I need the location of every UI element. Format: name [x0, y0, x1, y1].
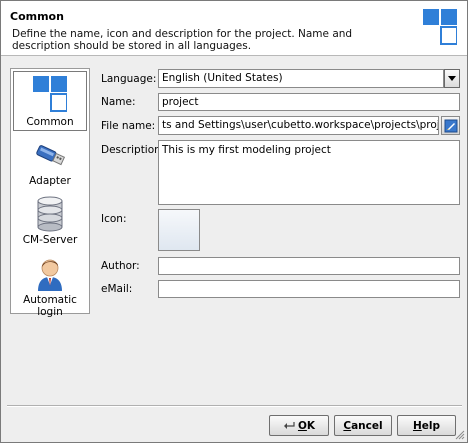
language-select[interactable]: English (United States)	[158, 69, 444, 88]
cancel-label-rest: ancel	[351, 419, 383, 432]
icon-label: Icon:	[101, 213, 127, 225]
project-icon-picker[interactable]	[158, 209, 200, 251]
header-description: Define the name, icon and description fo…	[12, 28, 353, 52]
ok-button[interactable]: OK	[269, 415, 329, 436]
sidebar-item-label: CM-Server	[22, 234, 78, 246]
ok-label-rest: K	[306, 419, 316, 432]
ok-return-icon	[283, 422, 295, 429]
edit-pen-icon	[444, 119, 457, 132]
help-label-rest: elp	[421, 419, 441, 432]
usb-adapter-icon	[36, 145, 66, 166]
file-name-field[interactable]: ts and Settings\user\cubetto.workspace\p…	[158, 116, 439, 135]
name-field[interactable]: project	[158, 93, 460, 111]
language-label: Language:	[101, 73, 157, 85]
chevron-down-icon	[448, 76, 456, 81]
dialog-header: Common Define the name, icon and descrip…	[1, 1, 467, 56]
description-label: Description:	[101, 144, 165, 156]
sidebar-item-label: Adapter	[29, 175, 71, 187]
database-icon	[37, 196, 63, 232]
sidebar-item-label: Automatic login	[23, 294, 77, 318]
language-dropdown-button[interactable]	[444, 69, 460, 88]
user-icon	[38, 259, 62, 291]
file-name-label: File name:	[101, 120, 156, 132]
author-label: Author:	[101, 260, 140, 272]
description-textarea[interactable]: This is my first modeling project	[158, 140, 460, 205]
resize-grip[interactable]	[455, 430, 465, 440]
email-label: eMail:	[101, 283, 133, 295]
footer-divider	[7, 405, 462, 407]
project-properties-dialog: Common Define the name, icon and descrip…	[0, 0, 468, 443]
email-field[interactable]	[158, 280, 460, 298]
common-icon	[33, 76, 67, 112]
sidebar-item-label: Common	[26, 116, 74, 128]
cancel-mnemonic: C	[343, 419, 352, 432]
sidebar-item-automatic-login[interactable]: Automatic login	[13, 256, 87, 318]
browse-file-button[interactable]	[441, 116, 460, 135]
name-label: Name:	[101, 96, 136, 108]
common-header-icon	[423, 9, 457, 45]
help-mnemonic: H	[412, 419, 422, 432]
sidebar-item-common[interactable]: Common	[13, 71, 87, 131]
sidebar-item-cm-server[interactable]: CM-Server	[13, 196, 87, 251]
sidebar-item-adapter[interactable]: Adapter	[13, 141, 87, 191]
author-field[interactable]	[158, 257, 460, 275]
category-sidebar: Common Adapter CM-Server Automatic login	[10, 68, 90, 318]
ok-mnemonic: O	[297, 419, 307, 432]
cancel-button[interactable]: Cancel	[334, 415, 392, 436]
help-button[interactable]: Help	[397, 415, 456, 436]
header-title: Common	[10, 10, 64, 23]
